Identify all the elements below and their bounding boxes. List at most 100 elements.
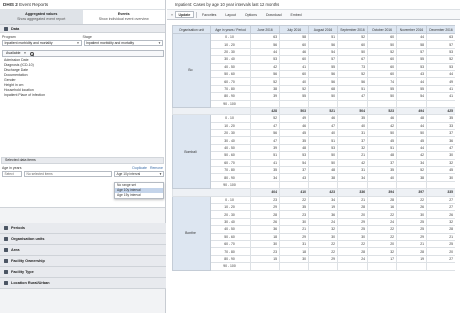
value-cell[interactable]: 30 xyxy=(426,151,455,160)
value-cell[interactable]: 54 xyxy=(279,158,309,168)
value-cell[interactable] xyxy=(426,99,455,108)
column-header[interactable]: July 2016 xyxy=(279,25,309,34)
age-group-cell[interactable]: 40 - 50 xyxy=(210,62,251,71)
value-cell[interactable]: 53 xyxy=(279,151,309,160)
value-cell[interactable]: 25 xyxy=(396,217,427,227)
value-cell[interactable]: 73 xyxy=(337,62,368,71)
value-cell[interactable]: 27 xyxy=(426,195,455,205)
value-cell[interactable]: 53 xyxy=(426,47,455,57)
value-cell[interactable]: 60 xyxy=(337,40,368,49)
legend-set-select[interactable]: Age 10y interval ▼ xyxy=(114,171,164,177)
value-cell[interactable]: 51 xyxy=(367,143,397,153)
age-group-cell[interactable]: 70 - 80 xyxy=(210,166,251,175)
value-cell[interactable] xyxy=(396,180,427,190)
value-cell[interactable]: 28 xyxy=(250,210,280,219)
column-header[interactable]: August 2016 xyxy=(308,25,338,34)
value-cell[interactable]: 28 xyxy=(337,247,368,256)
value-cell[interactable]: 34 xyxy=(396,158,427,168)
value-cell[interactable]: 35 xyxy=(250,166,280,175)
value-cell[interactable]: 22 xyxy=(337,239,368,249)
value-cell[interactable]: 15 xyxy=(250,254,280,264)
value-cell[interactable]: 18 xyxy=(250,232,280,241)
value-cell[interactable]: 50 xyxy=(367,40,397,49)
value-cell[interactable]: 34 xyxy=(250,173,280,182)
value-cell[interactable]: 57 xyxy=(396,47,427,57)
org-unit-cell[interactable]: Bonthe xyxy=(172,195,211,271)
value-cell[interactable]: 34 xyxy=(337,173,368,182)
value-cell[interactable] xyxy=(337,99,368,108)
value-cell[interactable]: 23 xyxy=(279,210,309,219)
value-cell[interactable] xyxy=(426,262,455,271)
value-cell[interactable]: 29 xyxy=(337,217,368,227)
value-cell[interactable] xyxy=(367,99,397,108)
value-cell[interactable]: 16 xyxy=(367,202,397,212)
value-cell[interactable]: 49 xyxy=(426,77,455,86)
value-cell[interactable]: 30 xyxy=(396,210,427,219)
value-cell[interactable] xyxy=(250,262,280,271)
age-group-cell[interactable]: 40 - 50 xyxy=(210,225,251,234)
value-cell[interactable]: 47 xyxy=(337,92,368,101)
subtotal-cell[interactable]: 335 xyxy=(426,188,455,197)
age-group-cell[interactable]: 10 - 20 xyxy=(210,121,251,131)
dimension-facility-type[interactable]: Facility Type xyxy=(0,267,166,278)
value-cell[interactable]: 32 xyxy=(426,217,455,227)
org-unit-cell[interactable]: Bombali xyxy=(172,114,211,190)
value-cell[interactable]: 36 xyxy=(250,225,280,234)
value-cell[interactable]: 50 xyxy=(308,92,338,101)
dimension-organisation-units[interactable]: Organisation units xyxy=(0,234,166,245)
value-cell[interactable]: 21 xyxy=(337,151,368,160)
value-cell[interactable]: 28 xyxy=(367,195,397,205)
value-cell[interactable]: 29 xyxy=(279,232,309,241)
value-cell[interactable]: 63 xyxy=(426,32,455,42)
value-cell[interactable]: 56 xyxy=(308,69,338,79)
value-cell[interactable]: 26 xyxy=(396,202,427,212)
value-cell[interactable] xyxy=(396,99,427,108)
value-cell[interactable]: 52 xyxy=(367,47,397,57)
value-cell[interactable] xyxy=(308,99,338,108)
value-cell[interactable] xyxy=(308,262,338,271)
available-filter-bar[interactable]: Available ▼ xyxy=(2,50,164,57)
age-group-cell[interactable]: 0 - 10 xyxy=(210,32,251,42)
value-cell[interactable]: 20 xyxy=(337,210,368,219)
dimension-location-rural-urban[interactable]: Location Rural/Urban xyxy=(0,278,166,289)
value-cell[interactable]: 44 xyxy=(396,32,427,42)
value-cell[interactable]: 48 xyxy=(396,114,427,123)
value-cell[interactable]: 29 xyxy=(308,254,338,264)
age-group-cell[interactable]: 20 - 30 xyxy=(210,129,251,138)
list-item[interactable]: Inpatient Place of infection xyxy=(2,93,164,98)
age-group-cell[interactable]: 90 - 100 xyxy=(210,262,251,271)
value-cell[interactable] xyxy=(279,99,309,108)
value-cell[interactable]: 41 xyxy=(426,92,455,101)
subtotal-cell[interactable]: 410 xyxy=(279,188,309,197)
value-cell[interactable]: 18 xyxy=(279,247,309,256)
value-cell[interactable]: 50 xyxy=(308,151,338,160)
value-cell[interactable]: 52 xyxy=(250,114,280,123)
value-cell[interactable]: 42 xyxy=(250,62,280,71)
value-cell[interactable]: 60 xyxy=(367,62,397,71)
value-cell[interactable]: 26 xyxy=(426,210,455,219)
value-cell[interactable]: 50 xyxy=(308,158,338,168)
value-cell[interactable]: 57 xyxy=(308,55,338,64)
value-cell[interactable]: 28 xyxy=(426,225,455,234)
value-cell[interactable]: 51 xyxy=(250,151,280,160)
options-button[interactable]: Options xyxy=(241,11,260,18)
value-cell[interactable]: 46 xyxy=(279,47,309,57)
value-cell[interactable]: 29 xyxy=(250,202,280,212)
value-cell[interactable]: 39 xyxy=(250,143,280,153)
value-cell[interactable]: 32 xyxy=(308,225,338,234)
value-cell[interactable]: 52 xyxy=(396,166,427,175)
age-group-cell[interactable]: 80 - 90 xyxy=(210,92,251,101)
value-cell[interactable]: 21 xyxy=(279,225,309,234)
value-cell[interactable]: 22 xyxy=(279,195,309,205)
subtotal-cell[interactable]: 523 xyxy=(367,106,397,116)
age-group-cell[interactable]: 0 - 10 xyxy=(210,114,251,123)
value-cell[interactable]: 53 xyxy=(396,62,427,71)
value-cell[interactable]: 21 xyxy=(337,195,368,205)
subtotal-cell[interactable]: 336 xyxy=(337,188,368,197)
data-section-header[interactable]: Data xyxy=(0,25,165,33)
value-cell[interactable]: 44 xyxy=(426,69,455,79)
value-cell[interactable]: 30 xyxy=(426,173,455,182)
age-group-cell[interactable]: 60 - 70 xyxy=(210,158,251,168)
stage-select[interactable]: Inpatient morbidity and mortality ▼ xyxy=(83,40,163,46)
value-cell[interactable]: 35 xyxy=(367,166,397,175)
